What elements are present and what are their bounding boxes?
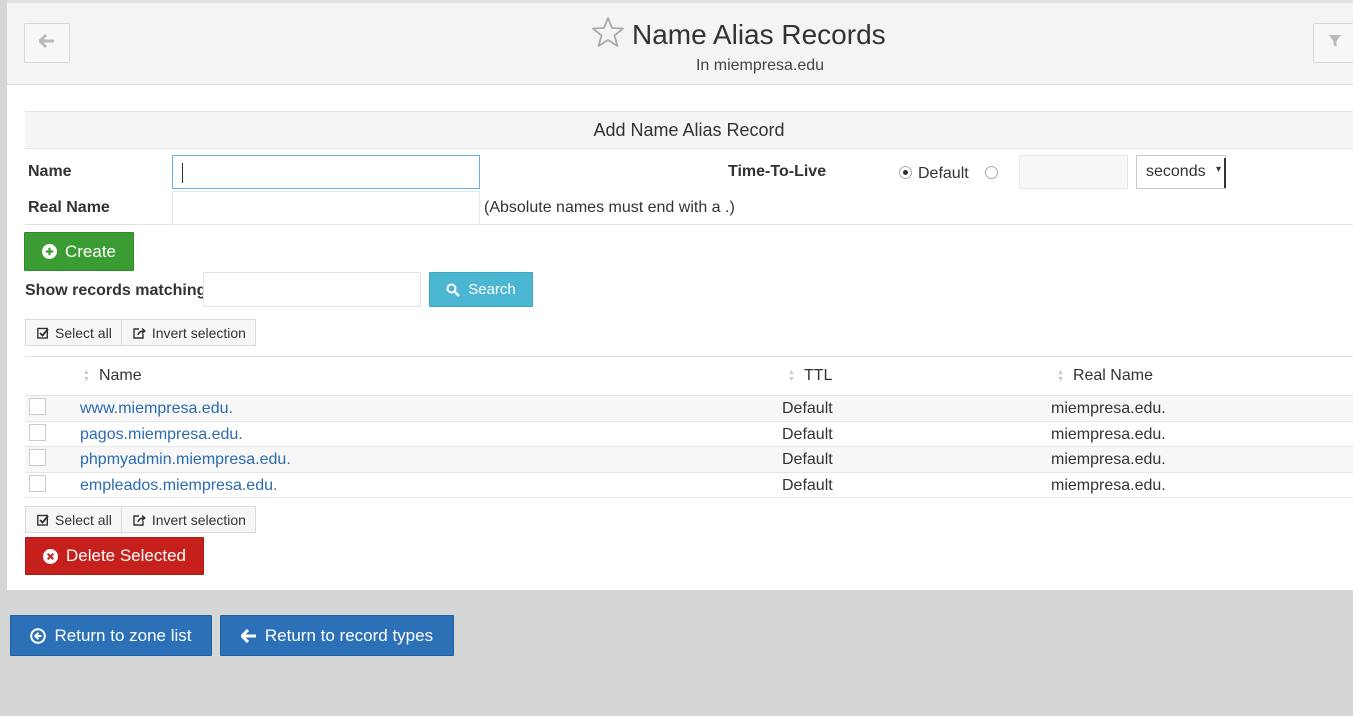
search-label: Show records matching:: [25, 282, 212, 299]
records-table: ▲ ▼ Name ▲ ▼ TTL ▲ ▼ Real Name www.miempres…: [25, 356, 1353, 498]
add-record-form: Add Name Alias Record Name Time-To-Live …: [25, 111, 1353, 225]
record-ttl: Default: [782, 425, 833, 443]
ttl-default-label: Default: [918, 165, 969, 182]
filter-button[interactable]: [1313, 23, 1353, 63]
select-edge: [1224, 158, 1226, 188]
table-row: www.miempresa.edu. Default miempresa.edu…: [25, 396, 1353, 422]
arrow-left-icon: [37, 33, 55, 53]
table-row: pagos.miempresa.edu. Default miempresa.e…: [25, 422, 1353, 447]
column-ttl-label: TTL: [803, 367, 833, 384]
name-input[interactable]: [172, 155, 480, 189]
main-panel: Name Alias Records In miempresa.edu Add …: [7, 0, 1353, 590]
column-header-ttl[interactable]: ▲ ▼ TTL: [788, 367, 832, 385]
ttl-unit-value: seconds: [1146, 163, 1206, 180]
column-name-label: Name: [98, 367, 142, 384]
chevron-down-icon: ▾: [1215, 164, 1221, 175]
search-button[interactable]: Search: [429, 272, 533, 307]
ttl-default-radio[interactable]: [899, 166, 912, 179]
times-circle-icon: [42, 548, 58, 564]
column-header-name[interactable]: ▲ ▼ Name: [83, 367, 142, 385]
selection-toolbar-top: Select all Invert selection: [25, 319, 256, 346]
select-all-button[interactable]: Select all: [25, 506, 122, 533]
invert-selection-label: Invert selection: [151, 324, 246, 341]
check-square-icon: [37, 514, 49, 526]
return-zone-list-label: Return to zone list: [54, 625, 192, 645]
create-label: Create: [64, 241, 117, 261]
sort-icon: ▲ ▼: [1057, 369, 1064, 383]
arrow-left-icon: [240, 628, 257, 643]
return-zone-list-button[interactable]: Return to zone list: [10, 615, 212, 656]
page-header: Name Alias Records In miempresa.edu: [7, 3, 1353, 85]
table-header: ▲ ▼ Name ▲ ▼ TTL ▲ ▼ Real Name: [25, 357, 1353, 396]
invert-selection-button[interactable]: Invert selection: [121, 506, 256, 533]
record-name-link[interactable]: www.miempresa.edu.: [80, 400, 233, 418]
search-input[interactable]: [203, 272, 421, 307]
record-name-link[interactable]: phpmyadmin.miempresa.edu.: [80, 451, 291, 469]
page-title: Name Alias Records: [632, 18, 886, 50]
star-icon[interactable]: [592, 16, 624, 53]
record-ttl: Default: [782, 476, 833, 494]
plus-circle-icon: [41, 244, 57, 259]
record-real-name: miempresa.edu.: [1051, 476, 1166, 494]
ttl-unit-select[interactable]: seconds ▾: [1136, 155, 1226, 189]
row-checkbox[interactable]: [29, 398, 46, 415]
record-ttl: Default: [782, 451, 833, 468]
form-heading: Add Name Alias Record: [25, 112, 1353, 149]
page-subtitle: In miempresa.edu: [695, 57, 825, 74]
record-name-link[interactable]: pagos.miempresa.edu.: [80, 426, 243, 444]
row-checkbox[interactable]: [29, 449, 46, 466]
search-icon: [446, 283, 461, 297]
record-real-name: miempresa.edu.: [1051, 451, 1166, 468]
share-square-icon: [133, 327, 146, 339]
row-checkbox[interactable]: [29, 474, 46, 492]
check-square-icon: [37, 327, 49, 339]
return-record-types-label: Return to record types: [264, 625, 434, 645]
select-all-button[interactable]: Select all: [25, 319, 122, 346]
return-record-types-button[interactable]: Return to record types: [220, 615, 454, 656]
invert-selection-button[interactable]: Invert selection: [121, 319, 256, 346]
record-real-name: miempresa.edu.: [1051, 425, 1166, 443]
table-row: phpmyadmin.miempresa.edu. Default miempr…: [25, 447, 1353, 473]
arrow-circle-left-icon: [30, 627, 47, 644]
column-header-real-name[interactable]: ▲ ▼ Real Name: [1057, 367, 1153, 385]
real-name-label: Real Name: [28, 199, 110, 216]
selection-toolbar-bottom: Select all Invert selection: [25, 506, 256, 533]
sort-icon: ▲ ▼: [788, 369, 795, 383]
share-square-icon: [133, 514, 146, 526]
name-label: Name: [28, 163, 72, 180]
filter-icon: [1328, 34, 1342, 53]
delete-selected-label: Delete Selected: [65, 546, 187, 565]
search-button-label: Search: [468, 281, 516, 298]
sort-icon: ▲ ▼: [83, 369, 90, 383]
select-all-label: Select all: [55, 324, 112, 341]
create-button[interactable]: Create: [24, 232, 134, 271]
invert-selection-label: Invert selection: [151, 511, 246, 528]
text-caret: [182, 163, 183, 183]
table-row: empleados.miempresa.edu. Default miempre…: [25, 473, 1353, 498]
select-all-label: Select all: [55, 511, 112, 528]
title-row: Name Alias Records: [592, 16, 886, 53]
record-name-link[interactable]: empleados.miempresa.edu.: [80, 477, 277, 495]
ttl-custom-radio[interactable]: [985, 166, 998, 179]
ttl-value-input[interactable]: [1019, 155, 1128, 189]
ttl-label: Time-To-Live: [728, 163, 827, 180]
row-checkbox[interactable]: [29, 423, 46, 441]
delete-selected-button[interactable]: Delete Selected: [25, 537, 204, 575]
column-real-name-label: Real Name: [1072, 367, 1153, 384]
real-name-input[interactable]: [172, 191, 480, 225]
record-ttl: Default: [782, 400, 833, 417]
record-real-name: miempresa.edu.: [1051, 400, 1166, 417]
real-name-hint: (Absolute names must end with a .): [484, 199, 735, 216]
